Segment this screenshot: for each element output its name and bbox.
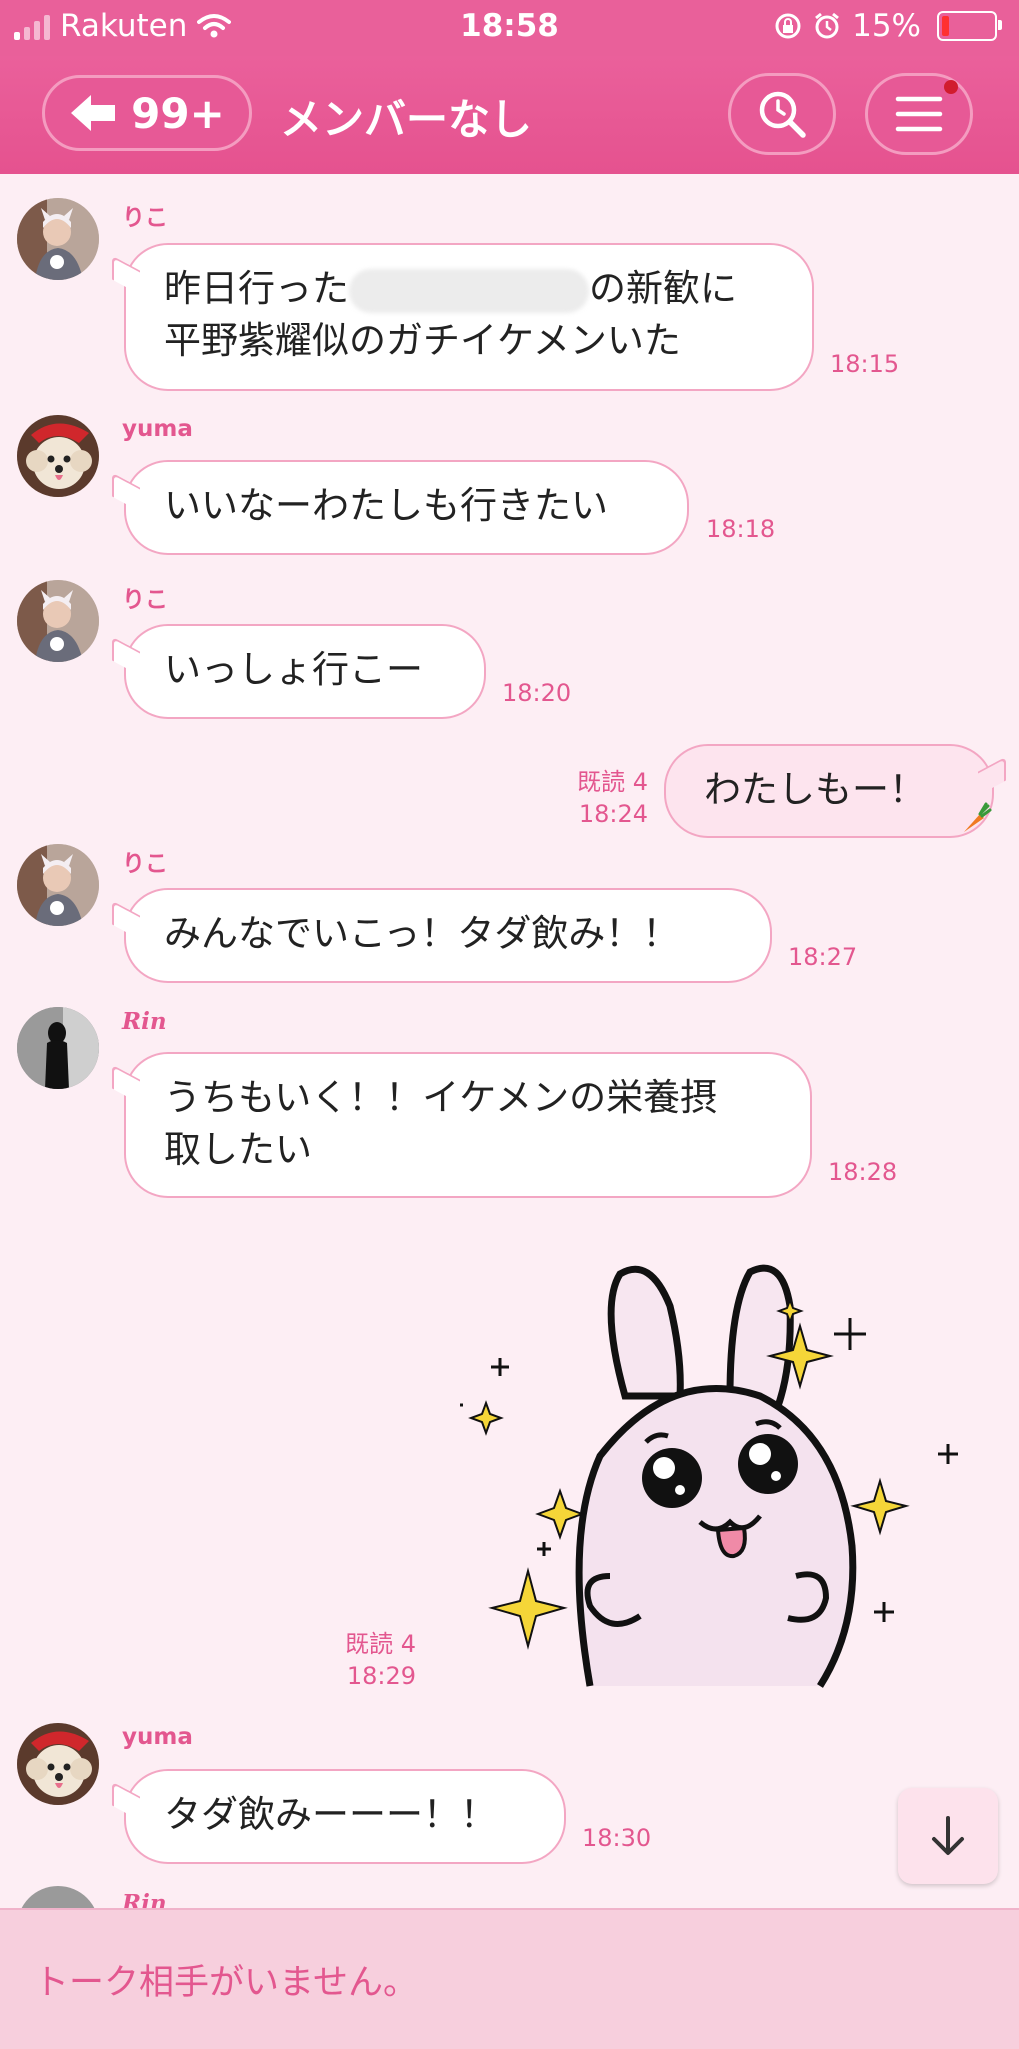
message-time: 18:28 xyxy=(828,1158,898,1186)
message-text: 平野紫耀似のガチイケメンいた xyxy=(164,319,681,362)
message-time: 18:30 xyxy=(582,1824,652,1852)
sender-name: Rin xyxy=(122,1008,167,1035)
message-bubble[interactable]: みんなでいこっ！タダ飲み！！ xyxy=(124,888,772,983)
bunny-sparkle-sticker[interactable] xyxy=(460,1246,970,1696)
sender-name: yuma xyxy=(122,416,193,442)
carrot-icon xyxy=(964,802,992,832)
message-bubble[interactable]: いっしょ行こー xyxy=(124,624,486,719)
message-bubble[interactable]: 昨日行った の新歓に 平野紫耀似のガチイケメンいた xyxy=(124,243,814,391)
message-bubble[interactable]: いいなーわたしも行きたい xyxy=(124,460,689,555)
rotation-lock-icon xyxy=(775,13,801,39)
avatar-yuma-photo xyxy=(17,415,99,497)
message-time: 18:27 xyxy=(788,943,858,971)
message-text: みんなでいこっ！タダ飲み！！ xyxy=(164,912,680,955)
message-text: いっしょ行こー xyxy=(164,648,423,691)
sender-name: りこ xyxy=(122,205,168,231)
avatar-riko[interactable] xyxy=(17,844,99,926)
back-button[interactable]: 99+ xyxy=(42,75,252,151)
avatar-riko-photo xyxy=(17,580,99,662)
message-bubble[interactable]: タダ飲みーーー！！ xyxy=(124,1769,566,1864)
arrow-down-icon xyxy=(932,1816,964,1855)
message-time: 18:29 xyxy=(346,1662,416,1690)
message-time: 18:15 xyxy=(830,350,900,378)
read-receipt: 既読 4 xyxy=(577,768,648,796)
avatar-riko[interactable] xyxy=(17,198,99,280)
message-time: 18:20 xyxy=(502,679,572,707)
search-button[interactable] xyxy=(728,73,836,155)
search-icon xyxy=(759,91,806,138)
message-meta: 既読 4 18:24 xyxy=(540,766,648,830)
avatar-yuma[interactable] xyxy=(17,1723,99,1805)
message-text: うちもいく！！イケメンの栄養摂 xyxy=(164,1076,718,1119)
no-members-notice: トーク相手がいません。 xyxy=(34,1963,418,2003)
message-meta: 既読 4 18:29 xyxy=(300,1628,416,1692)
battery-percent: 15% xyxy=(852,8,921,44)
avatar-riko-photo xyxy=(17,844,99,926)
back-arrow-icon xyxy=(71,95,116,131)
input-footer: トーク相手がいません。 xyxy=(0,1908,1019,2049)
avatar-riko-photo xyxy=(17,198,99,280)
message-text: わたしもー！ xyxy=(704,768,926,811)
read-receipt: 既読 4 xyxy=(345,1630,416,1658)
notification-dot xyxy=(944,80,958,94)
sender-name: yuma xyxy=(122,1724,193,1750)
sender-name: りこ xyxy=(122,587,168,613)
message-text: 昨日行った xyxy=(164,267,349,310)
message-text: タダ飲みーーー！！ xyxy=(164,1793,497,1836)
avatar-rin[interactable] xyxy=(17,1007,99,1089)
chat-title: メンバーなし xyxy=(280,95,533,144)
avatar-rin-photo xyxy=(17,1007,99,1089)
message-bubble[interactable]: うちもいく！！イケメンの栄養摂 取したい xyxy=(124,1052,812,1198)
avatar-yuma-photo xyxy=(17,1723,99,1805)
message-text: いいなーわたしも行きたい xyxy=(164,484,608,527)
hamburger-menu-icon xyxy=(895,96,943,132)
avatar-riko[interactable] xyxy=(17,580,99,662)
status-right: 15% xyxy=(774,8,1002,44)
alarm-icon xyxy=(815,12,840,39)
battery-icon xyxy=(937,11,1002,41)
avatar-yuma[interactable] xyxy=(17,415,99,497)
status-bar: Rakuten 18:58 15% xyxy=(0,0,1019,56)
message-time: 18:24 xyxy=(578,800,648,828)
message-text: 取したい xyxy=(164,1128,312,1171)
unread-count: 99+ xyxy=(131,88,225,138)
chat-header: 99+ メンバーなし xyxy=(0,56,1019,174)
redacted-text xyxy=(349,268,589,313)
menu-button[interactable] xyxy=(865,73,973,155)
scroll-to-bottom-button[interactable] xyxy=(898,1788,998,1884)
sender-name: りこ xyxy=(122,851,168,877)
message-text: の新歓に xyxy=(589,267,737,310)
message-bubble-own[interactable]: わたしもー！ xyxy=(664,744,994,838)
message-time: 18:18 xyxy=(706,515,776,543)
